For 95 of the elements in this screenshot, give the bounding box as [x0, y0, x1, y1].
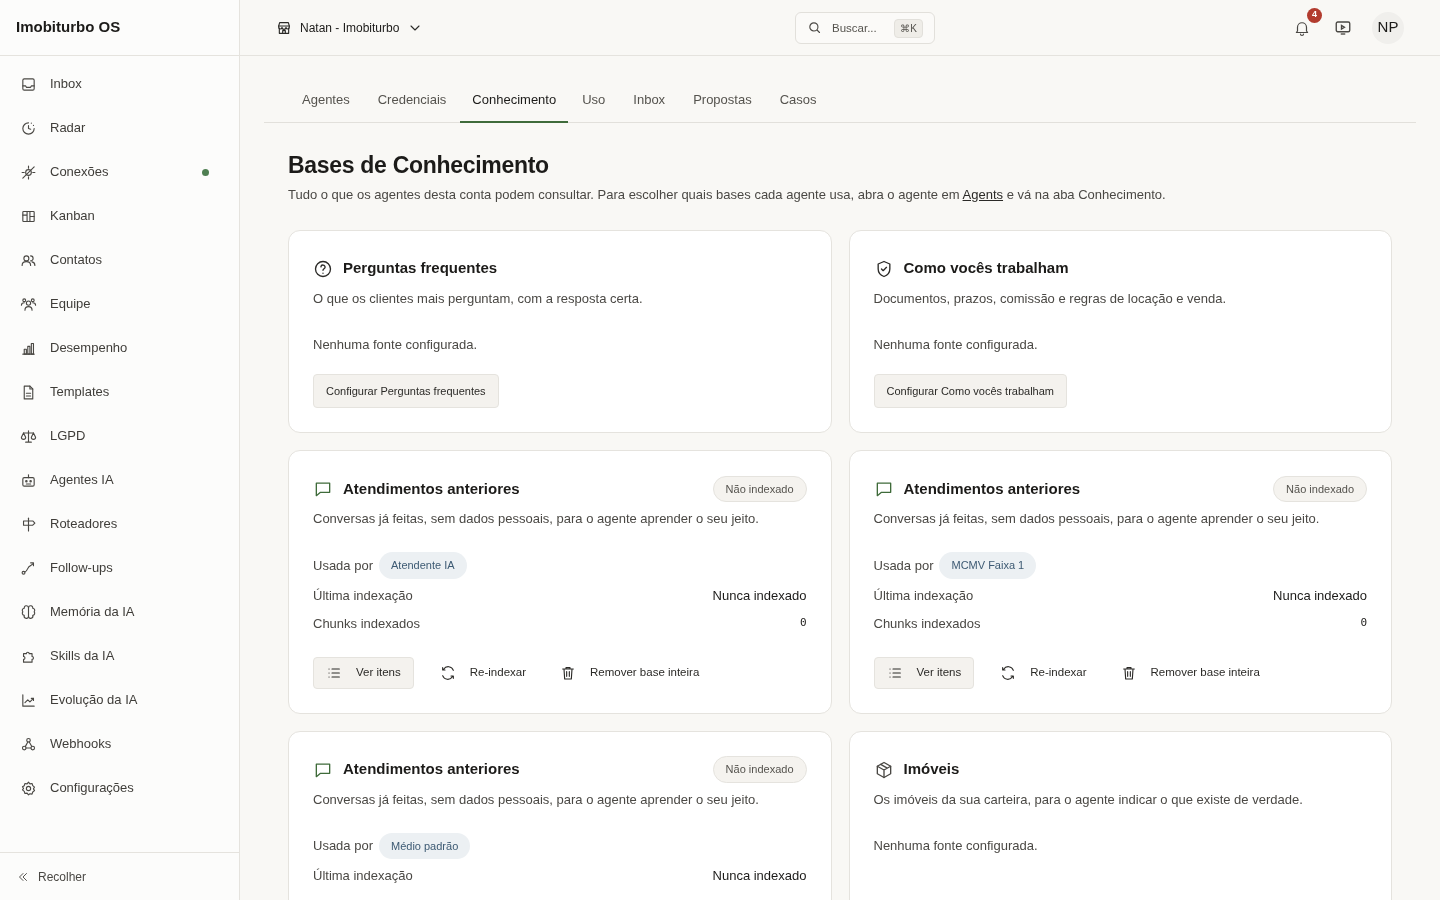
row-value: Nunca indexado	[1273, 586, 1367, 605]
card-description: Conversas já feitas, sem dados pessoais, para o agente aprender o seu jeito.	[313, 790, 760, 809]
empty-message: Nenhuma fonte configurada.	[873, 837, 1039, 855]
help-icon	[313, 258, 333, 279]
tab[interactable]: Propostas	[679, 78, 766, 123]
team-icon	[20, 295, 37, 313]
sidebar-item[interactable]: Inbox	[12, 62, 227, 106]
sidebar-item[interactable]: Desempenho	[12, 326, 227, 370]
status-badge: Não indexado	[712, 475, 807, 503]
tab[interactable]: Conhecimento	[460, 78, 569, 123]
card-action-button[interactable]: Remover base inteira	[1112, 656, 1268, 689]
signpost-icon	[20, 515, 37, 533]
user-avatar[interactable]: NP	[1372, 11, 1404, 44]
empty-message: Nenhuma fonte configurada.	[873, 336, 1039, 354]
row-value: Nunca indexado	[712, 586, 807, 605]
card-action-button[interactable]: Re-indexar	[431, 656, 534, 689]
search-icon	[807, 20, 822, 35]
card-description: Conversas já feitas, sem dados pessoais, para o agente aprender o seu jeito.	[313, 510, 760, 528]
clock-icon	[20, 119, 37, 137]
card-action-button[interactable]: Remover base inteira	[552, 656, 708, 689]
robot-icon	[20, 471, 37, 489]
card-description: Os imóveis da sua carteira, para o agente indicar o que existe de verdade.	[873, 790, 1304, 809]
sidebar-item[interactable]: Templates	[12, 370, 227, 414]
scale-icon	[20, 427, 37, 445]
agent-chip[interactable]: Atendente IA	[379, 552, 467, 579]
row-value: 0	[1360, 615, 1367, 632]
refresh-icon	[1000, 664, 1017, 681]
sidebar-item[interactable]: Webhooks	[12, 722, 227, 766]
row-label: Chunks indexados	[873, 614, 981, 633]
card-title: Perguntas frequentes	[343, 258, 498, 279]
configure-button[interactable]: Configurar Como vocês trabalham	[873, 373, 1068, 408]
tab[interactable]: Credenciais	[363, 78, 461, 123]
unplugged-icon	[20, 163, 37, 181]
page-description: Tudo o que os agentes desta conta podem consultar. Para escolher quais bases cada agente usa, abra o agente em Agents e vá na aba Conhecimento.	[288, 186, 1167, 204]
card-title: Atendimentos anteriores	[343, 759, 520, 780]
sidebar-item[interactable]: Skills da IA	[12, 634, 227, 678]
sidebar-item[interactable]: Radar	[12, 106, 227, 150]
card-title: Imóveis	[903, 759, 960, 780]
inbox-icon	[20, 75, 37, 93]
sidebar-item[interactable]: Conexões	[12, 150, 227, 194]
notification-badge: 4	[1307, 7, 1322, 23]
sidebar-item[interactable]: Roteadores	[12, 502, 227, 546]
tab[interactable]: Casos	[765, 78, 831, 123]
collapse-button[interactable]: Recolher	[16, 867, 87, 886]
sidebar-item[interactable]: Agentes IA	[12, 458, 227, 502]
store-icon	[276, 19, 292, 36]
trend-chart-icon	[20, 691, 37, 709]
card-action-button[interactable]: Ver itens	[313, 656, 414, 689]
card-action-button[interactable]: Ver itens	[873, 656, 975, 689]
card-description: Documentos, prazos, comissão e regras de locação e venda.	[873, 289, 1228, 308]
card-title: Como vocês trabalham	[903, 258, 1069, 279]
app-title: Imobiturbo OS	[16, 17, 121, 38]
empty-message: Nenhuma fonte configurada.	[313, 336, 479, 354]
shortcut-hint: ⌘K	[894, 19, 923, 38]
sidebar-item[interactable]: LGPD	[12, 414, 227, 458]
tab[interactable]: Uso	[568, 78, 620, 123]
workspace-selector[interactable]: Natan - Imobiturbo	[276, 18, 424, 37]
used-by-label: Usada por	[313, 556, 373, 575]
sidebar-item[interactable]: Configurações	[12, 766, 227, 810]
row-label: Chunks indexados	[313, 614, 420, 633]
row-label: Última indexação	[873, 586, 974, 605]
sidebar-item[interactable]: Kanban	[12, 194, 227, 238]
card-description: Conversas já feitas, sem dados pessoais, para o agente aprender o seu jeito.	[873, 510, 1321, 528]
status-badge: Não indexado	[1273, 475, 1367, 503]
used-by-label: Usada por	[313, 837, 373, 856]
sidebar-item[interactable]: Contatos	[12, 238, 227, 282]
trash-icon	[560, 664, 576, 681]
brain-icon	[20, 603, 37, 621]
tab[interactable]: Inbox	[619, 78, 680, 123]
row-label: Última indexação	[313, 867, 413, 886]
sidebar-item[interactable]: Follow-ups	[12, 546, 227, 590]
row-label: Última indexação	[313, 586, 413, 605]
card-description: O que os clientes mais perguntam, com a resposta certa.	[313, 289, 644, 308]
card-action-button[interactable]: Re-indexar	[992, 656, 1095, 689]
sidebar-item[interactable]: Equipe	[12, 282, 227, 326]
agents-link[interactable]: Agents	[962, 187, 1004, 202]
settings-icon	[20, 779, 37, 797]
sidebar-item[interactable]: Memória da IA	[12, 590, 227, 634]
card-title: Atendimentos anteriores	[903, 478, 1081, 499]
refresh-icon	[439, 664, 456, 681]
agent-chip[interactable]: MCMV Faixa 1	[939, 552, 1037, 579]
monitor-play-icon[interactable]	[1334, 18, 1352, 37]
agent-chip[interactable]: Médio padrão	[379, 832, 471, 860]
tab[interactable]: Agentes	[288, 78, 364, 123]
webhook-icon	[20, 735, 37, 753]
card-title: Atendimentos anteriores	[343, 478, 520, 499]
row-value: 0	[799, 615, 807, 632]
page-title: Bases de Conhecimento	[288, 151, 550, 179]
configure-button[interactable]: Configurar Perguntas frequentes	[313, 373, 499, 408]
trash-icon	[1120, 664, 1137, 681]
sidebar-item[interactable]: Evolução da IA	[12, 678, 227, 722]
status-badge: Não indexado	[712, 756, 807, 783]
used-by-label: Usada por	[873, 556, 934, 575]
row-value: Nunca indexado	[712, 867, 807, 886]
route-icon	[20, 559, 37, 577]
